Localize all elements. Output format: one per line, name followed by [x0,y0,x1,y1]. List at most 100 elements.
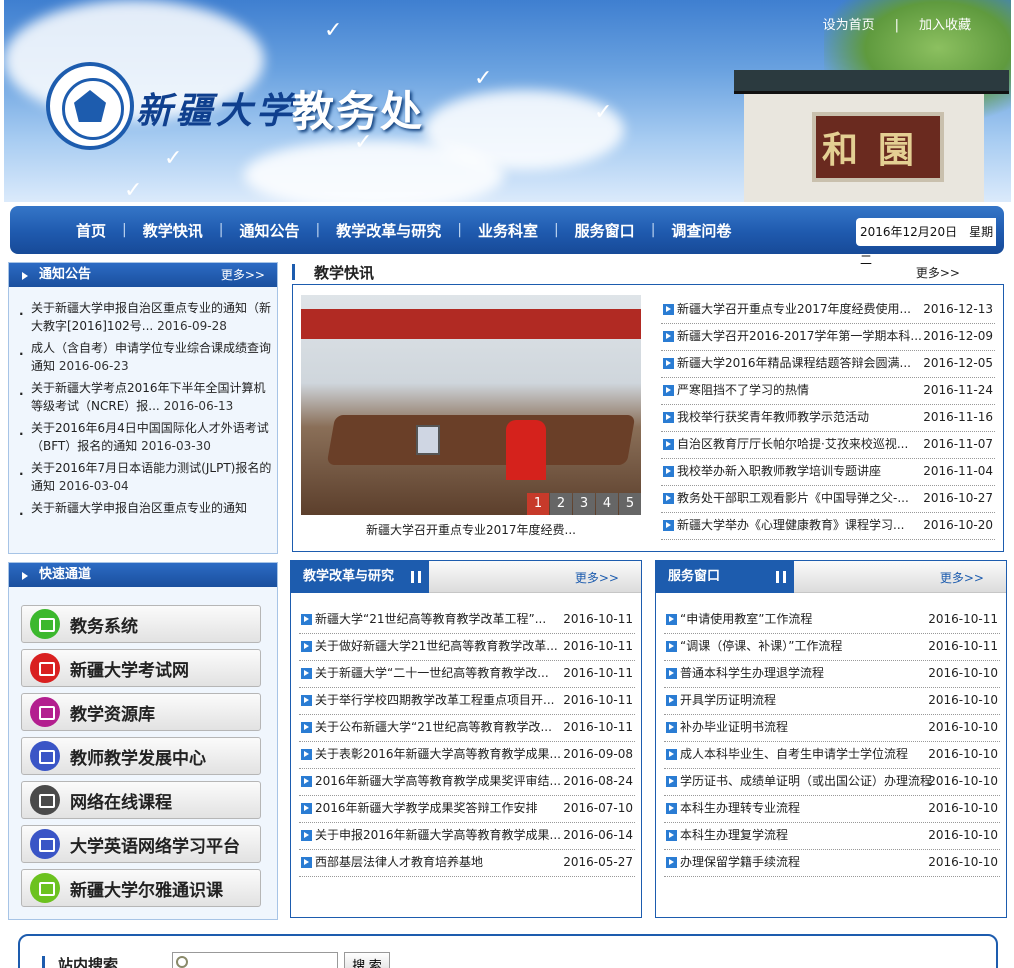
nav-item-teaching-news[interactable]: 教学快讯 [129,220,217,241]
quick-link-exam-site[interactable]: 新疆大学考试网 [21,649,261,687]
notice-more-link[interactable]: 更多>> [221,263,265,287]
reform-item-title[interactable]: 关于公布新疆大学“21世纪高等教育教学改... [315,715,552,739]
news-item-title[interactable]: 自治区教育厅厅长帕尔哈提·艾孜来校巡视... [677,432,908,456]
slide-page-button[interactable]: 1 [527,493,549,515]
list-item[interactable]: 开具学历证明流程 2016-10-10 [664,688,1000,715]
news-item-title[interactable]: 新疆大学举办《心理健康教育》课程学习... [677,513,904,537]
search-button[interactable]: 搜 索 [344,952,390,968]
list-item[interactable]: 本科生办理转专业流程 2016-10-10 [664,796,1000,823]
list-item[interactable]: 关于新疆大学考点2016年下半年全国计算机等级考试（NCRE）报... 2016… [19,379,275,415]
quick-link-academic-system[interactable]: 教务系统 [21,605,261,643]
quick-link-online-courses[interactable]: 网络在线课程 [21,781,261,819]
list-item[interactable]: 关于举行学校四期教学改革工程重点项目开... 2016-10-11 [299,688,635,715]
list-item[interactable]: 严寒阻挡不了学习的热情 2016-11-24 [661,378,995,405]
news-more-link[interactable]: 更多>> [916,264,960,281]
nav-item-home[interactable]: 首页 [62,220,120,241]
list-item[interactable]: 西部基层法律人才教育培养基地 2016-05-27 [299,850,635,877]
service-item-title[interactable]: “调课（停课、补课）”工作流程 [680,634,842,658]
list-item[interactable]: 自治区教育厅厅长帕尔哈提·艾孜来校巡视... 2016-11-07 [661,432,995,459]
quick-link-erya-course[interactable]: 新疆大学尔雅通识课 [21,869,261,907]
service-item-title[interactable]: 办理保留学籍手续流程 [680,850,800,874]
service-item-title[interactable]: 本科生办理复学流程 [680,823,788,847]
quick-link-english-platform[interactable]: 大学英语网络学习平台 [21,825,261,863]
list-item[interactable]: 新疆大学召开重点专业2017年度经费使用... 2016-12-13 [661,297,995,324]
news-item-title[interactable]: 新疆大学召开重点专业2017年度经费使用... [677,297,911,321]
reform-item-title[interactable]: 关于申报2016年新疆大学高等教育教学成果... [315,823,561,847]
add-favorite-link[interactable]: 加入收藏 [919,18,971,33]
list-item[interactable]: 新疆大学举办《心理健康教育》课程学习... 2016-10-20 [661,513,995,540]
list-item[interactable]: 我校举行获奖青年教师教学示范活动 2016-11-16 [661,405,995,432]
list-item[interactable]: 新疆大学“21世纪高等教育教学改革工程”... 2016-10-11 [299,607,635,634]
reform-item-title[interactable]: 关于新疆大学“二十一世纪高等教育教学改... [315,661,549,685]
notice-item-text[interactable]: 关于新疆大学申报自治区重点专业的通知 [31,501,247,515]
quick-link-resource-library[interactable]: 教学资源库 [21,693,261,731]
reform-item-title[interactable]: 2016年新疆大学教学成果奖答辩工作安排 [315,796,538,820]
service-item-title[interactable]: 补办毕业证明书流程 [680,715,788,739]
list-item[interactable]: 成人本科毕业生、自考生申请学士学位流程 2016-10-10 [664,742,1000,769]
reform-item-title[interactable]: 关于做好新疆大学21世纪高等教育教学改革... [315,634,558,658]
list-item[interactable]: 关于表彰2016年新疆大学高等教育教学成果... 2016-09-08 [299,742,635,769]
list-item[interactable]: 关于新疆大学申报自治区重点专业的通知 [19,499,275,521]
service-item-title[interactable]: 成人本科毕业生、自考生申请学士学位流程 [680,742,908,766]
news-slideshow-image[interactable]: 1 2 3 4 5 [301,295,641,515]
slide-page-button[interactable]: 3 [573,493,595,515]
slide-page-button[interactable]: 5 [619,493,641,515]
set-homepage-link[interactable]: 设为首页 [823,18,875,33]
list-item[interactable]: 2016年新疆大学教学成果奖答辩工作安排 2016-07-10 [299,796,635,823]
reform-item-title[interactable]: 西部基层法律人才教育培养基地 [315,850,483,874]
list-item[interactable]: 学历证书、成绩单证明（或出国公证）办理流程 2016-10-10 [664,769,1000,796]
service-item-title[interactable]: 本科生办理转专业流程 [680,796,800,820]
reform-tab[interactable]: 教学改革与研究 [291,561,429,593]
news-item-title[interactable]: 我校举行获奖青年教师教学示范活动 [677,405,869,429]
quick-link-label: 教务系统 [70,616,138,637]
list-item[interactable]: “调课（停课、补课）”工作流程 2016-10-11 [664,634,1000,661]
list-item[interactable]: 普通本科学生办理退学流程 2016-10-10 [664,661,1000,688]
list-item[interactable]: 关于申报2016年新疆大学高等教育教学成果... 2016-06-14 [299,823,635,850]
list-item[interactable]: 关于新疆大学“二十一世纪高等教育教学改... 2016-10-11 [299,661,635,688]
list-item[interactable]: 我校举办新入职教师教学培训专题讲座 2016-11-04 [661,459,995,486]
list-item[interactable]: 新疆大学2016年精品课程结题答辩会圆满... 2016-12-05 [661,351,995,378]
slideshow-caption[interactable]: 新疆大学召开重点专业2017年度经费... [301,521,641,538]
slide-page-button[interactable]: 2 [550,493,572,515]
list-item[interactable]: 新疆大学召开2016-2017学年第一学期本科... 2016-12-09 [661,324,995,351]
news-item-title[interactable]: 教务处干部职工观看影片《中国导弹之父-... [677,486,909,510]
reform-item-title[interactable]: 2016年新疆大学高等教育教学成果奖评审结... [315,769,561,793]
nav-item-service[interactable]: 服务窗口 [561,220,649,241]
reform-more-link[interactable]: 更多>> [575,569,619,586]
service-more-link[interactable]: 更多>> [940,569,984,586]
search-input[interactable] [172,952,338,968]
list-item[interactable]: 办理保留学籍手续流程 2016-10-10 [664,850,1000,877]
list-item[interactable]: “申请使用教室”工作流程 2016-10-11 [664,607,1000,634]
service-item-title[interactable]: 普通本科学生办理退学流程 [680,661,824,685]
list-item[interactable]: 关于2016年7月日本语能力测试(JLPT)报名的通知 2016-03-04 [19,459,275,495]
news-item-title[interactable]: 新疆大学召开2016-2017学年第一学期本科... [677,324,922,348]
nav-item-offices[interactable]: 业务科室 [464,220,552,241]
nav-item-reform[interactable]: 教学改革与研究 [322,220,455,241]
reform-item-title[interactable]: 关于表彰2016年新疆大学高等教育教学成果... [315,742,561,766]
list-item[interactable]: 本科生办理复学流程 2016-10-10 [664,823,1000,850]
list-item[interactable]: 教务处干部职工观看影片《中国导弹之父-... 2016-10-27 [661,486,995,513]
list-item[interactable]: 关于做好新疆大学21世纪高等教育教学改革... 2016-10-11 [299,634,635,661]
nav-item-survey[interactable]: 调查问卷 [657,220,745,241]
list-item[interactable]: 关于公布新疆大学“21世纪高等教育教学改... 2016-10-11 [299,715,635,742]
news-item-title[interactable]: 新疆大学2016年精品课程结题答辩会圆满... [677,351,911,375]
nav-item-notices[interactable]: 通知公告 [225,220,313,241]
arrow-icon [301,749,312,760]
service-item-title[interactable]: 学历证书、成绩单证明（或出国公证）办理流程 [680,769,932,793]
list-item[interactable]: 补办毕业证明书流程 2016-10-10 [664,715,1000,742]
service-item-title[interactable]: 开具学历证明流程 [680,688,776,712]
list-item[interactable]: 关于新疆大学申报自治区重点专业的通知（新大教字[2016]102号... 201… [19,299,275,335]
list-item[interactable]: 2016年新疆大学高等教育教学成果奖评审结... 2016-08-24 [299,769,635,796]
service-item-title[interactable]: “申请使用教室”工作流程 [680,607,812,631]
list-item[interactable]: 关于2016年6月4日中国国际化人才外语考试（BFT）报名的通知 2016-03… [19,419,275,455]
reform-item-title[interactable]: 新疆大学“21世纪高等教育教学改革工程”... [315,607,546,631]
news-item-title[interactable]: 我校举办新入职教师教学培训专题讲座 [677,459,881,483]
slide-page-button[interactable]: 4 [596,493,618,515]
university-logo[interactable] [46,62,134,150]
service-tab[interactable]: 服务窗口 [656,561,794,593]
quick-link-teacher-center[interactable]: 教师教学发展中心 [21,737,261,775]
list-item[interactable]: 成人（含自考）申请学位专业综合课成绩查询通知 2016-06-23 [19,339,275,375]
news-item-title[interactable]: 严寒阻挡不了学习的热情 [677,378,809,402]
notice-item-text[interactable]: 关于新疆大学申报自治区重点专业的通知（新大教字[2016]102号... [31,301,271,333]
reform-item-title[interactable]: 关于举行学校四期教学改革工程重点项目开... [315,688,554,712]
